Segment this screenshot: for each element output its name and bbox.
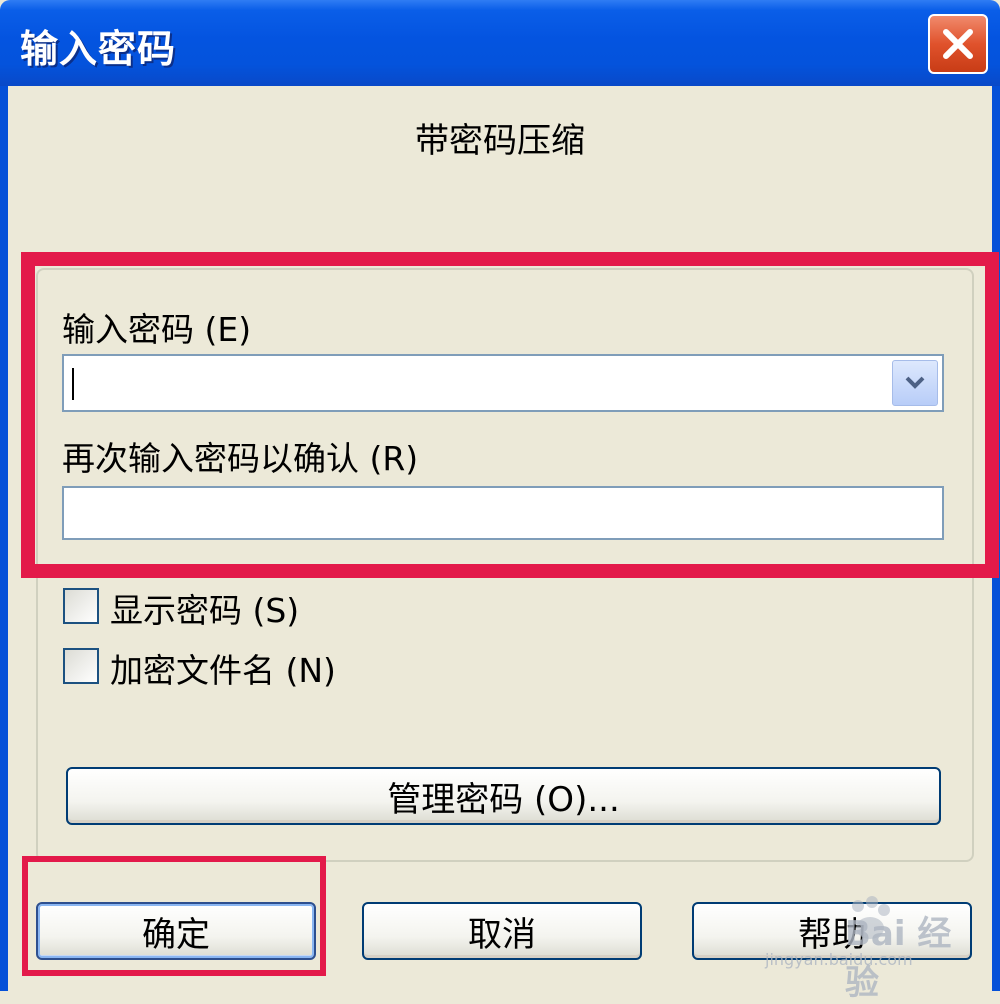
close-button[interactable] (928, 14, 988, 74)
manage-passwords-button[interactable]: 管理密码 (O)... (66, 767, 941, 825)
window-title: 输入密码 (20, 27, 177, 71)
show-password-checkbox[interactable] (63, 588, 99, 624)
show-password-label: 显示密码 (S) (110, 591, 300, 630)
title-bar[interactable]: 输入密码 (0, 0, 1000, 86)
cancel-button[interactable]: 取消 (362, 902, 642, 960)
close-icon (943, 29, 973, 59)
highlight-box-password-fields (21, 252, 999, 578)
window-frame-left (0, 86, 8, 991)
help-button[interactable]: 帮助 (692, 902, 972, 960)
encrypt-filenames-checkbox[interactable] (63, 648, 99, 684)
dialog-subtitle: 带密码压缩 (415, 121, 585, 161)
encrypt-filenames-label: 加密文件名 (N) (110, 651, 336, 690)
highlight-box-ok-button (22, 856, 326, 976)
